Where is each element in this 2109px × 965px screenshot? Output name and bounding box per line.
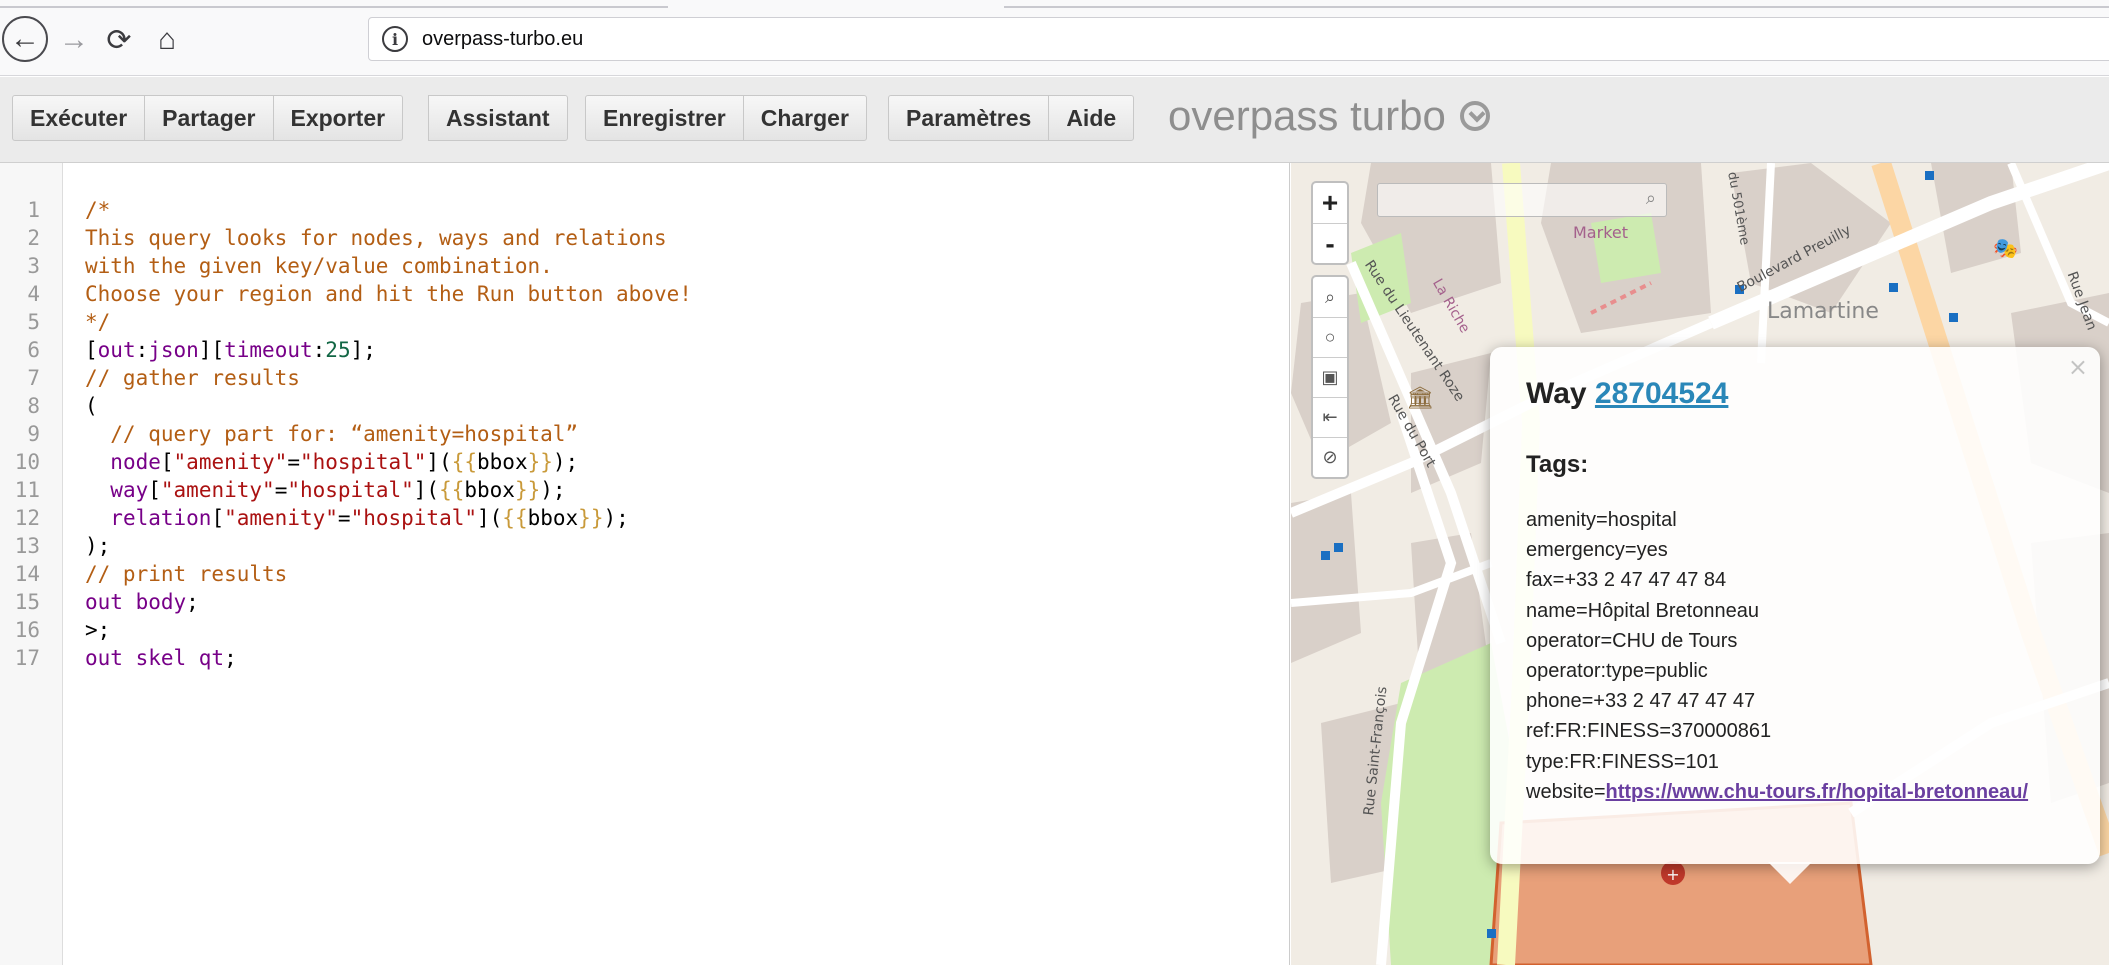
overpass-logo-icon	[1459, 101, 1490, 131]
line-number: 10	[14, 450, 40, 474]
line-number: 5	[27, 310, 40, 334]
svg-text:🎭: 🎭	[1993, 236, 2018, 260]
share-button[interactable]: Partager	[144, 95, 274, 141]
code-line: // print results	[85, 562, 288, 586]
app-toolbar: Exécuter Partager Exporter Assistant Enr…	[0, 77, 2109, 163]
line-number: 1	[27, 198, 40, 222]
line-number: 2	[27, 226, 40, 250]
brand-text: overpass turbo	[1168, 92, 1446, 139]
popup-title: Way 28704524	[1526, 377, 1728, 411]
browser-chrome: ← → ⟳ ⌂ i overpass-turbo.eu	[0, 0, 2109, 76]
query-editor[interactable]: 1 2 3 4 5 6 7 8 9 10 11 12 13 14 15 16 17 /* This query l…	[0, 163, 1290, 965]
fullscreen-toggle-icon[interactable]: ⇤	[1313, 397, 1347, 437]
code-line: This query looks for nodes, ways and rel…	[85, 226, 667, 250]
tags-heading: Tags:	[1526, 451, 1589, 478]
code-line: [out:json][timeout:25];	[85, 338, 376, 362]
image-export-icon[interactable]: ▣	[1313, 357, 1347, 397]
url-text: overpass-turbo.eu	[422, 27, 584, 50]
map-search-input[interactable]: ⌕	[1377, 183, 1667, 217]
url-bar[interactable]: i overpass-turbo.eu	[368, 17, 2109, 61]
code-line: out body;	[85, 590, 199, 614]
code-line: >;	[85, 618, 111, 642]
svg-text:+: +	[1666, 865, 1679, 884]
code-line: out skel qt;	[85, 646, 237, 670]
tag-entry: type:FR:FINESS=101	[1526, 750, 1719, 773]
way-id-link[interactable]: 28704524	[1595, 377, 1728, 410]
code-line: way["amenity"="hospital"]({{bbox}});	[110, 478, 566, 502]
run-button[interactable]: Exécuter	[12, 95, 146, 141]
search-icon: ⌕	[1645, 188, 1656, 208]
svg-text:🏛: 🏛	[1406, 386, 1434, 411]
settings-button[interactable]: Paramètres	[888, 95, 1050, 141]
line-number: 17	[14, 646, 40, 670]
code-line: // query part for: “amenity=hospital”	[85, 422, 579, 446]
code-line: with the given key/value combination.	[85, 254, 553, 278]
tag-entry-website: website=https://www.chu-tours.fr/hopital…	[1526, 777, 2086, 807]
line-number: 12	[14, 506, 40, 530]
tag-entry: operator=CHU de Tours	[1526, 629, 1738, 652]
line-number: 9	[27, 422, 40, 446]
zoom-out-button[interactable]: -	[1313, 223, 1347, 263]
tab-strip	[0, 0, 2109, 8]
home-icon[interactable]: ⌂	[145, 18, 189, 62]
tag-entry: phone=+33 2 47 47 47 47	[1526, 690, 1756, 713]
line-number: 7	[27, 366, 40, 390]
tag-entry: emergency=yes	[1526, 539, 1668, 562]
line-number: 14	[14, 562, 40, 586]
export-button[interactable]: Exporter	[272, 95, 404, 141]
popup-tip	[1768, 862, 1812, 884]
info-icon[interactable]: i	[382, 26, 408, 52]
website-key: website=	[1526, 780, 1606, 803]
line-number: 6	[27, 338, 40, 362]
line-number: 3	[27, 254, 40, 278]
line-number: 15	[14, 590, 40, 614]
wizard-button[interactable]: Assistant	[428, 95, 568, 141]
code-line: Choose your region and hit the Run butto…	[85, 282, 692, 306]
map-label-lamartine: Lamartine	[1767, 299, 1879, 324]
tag-entry: name=Hôpital Bretonneau	[1526, 599, 1759, 622]
line-number: 8	[27, 394, 40, 418]
popup-title-prefix: Way	[1526, 377, 1587, 410]
map-tool-control: ⌕ ○ ▣ ⇤ ⊘	[1311, 275, 1349, 479]
line-number: 11	[14, 478, 40, 502]
settings-help-group: Paramètres Aide	[888, 95, 1135, 141]
line-number: 13	[14, 534, 40, 558]
clear-data-icon[interactable]: ⊘	[1313, 437, 1347, 477]
tab-divider	[1004, 0, 2109, 8]
code-line: relation["amenity"="hospital"]({{bbox}})…	[110, 506, 629, 530]
help-button[interactable]: Aide	[1048, 95, 1135, 141]
website-link[interactable]: https://www.chu-tours.fr/hopital-bretonn…	[1606, 781, 2029, 803]
line-number: 4	[27, 282, 40, 306]
tag-entry: ref:FR:FINESS=370000861	[1526, 720, 1772, 743]
code-line: node["amenity"="hospital"]({{bbox}});	[110, 450, 579, 474]
save-button[interactable]: Enregistrer	[585, 95, 744, 141]
save-load-group: Enregistrer Charger	[585, 95, 867, 141]
load-button[interactable]: Charger	[742, 95, 867, 141]
code-line: // gather results	[85, 366, 300, 390]
tags-list: amenity=hospital emergency=yes fax=+33 2 4…	[1526, 505, 2086, 807]
zoom-control: + -	[1311, 181, 1349, 265]
run-share-export-group: Exécuter Partager Exporter	[12, 95, 404, 141]
tag-entry: amenity=hospital	[1526, 509, 1677, 531]
code-line: */	[85, 310, 111, 334]
forward-arrow-icon[interactable]: →	[52, 18, 96, 62]
back-arrow-icon[interactable]: ←	[2, 16, 48, 62]
line-number: 16	[14, 618, 40, 642]
line-number-gutter: 1 2 3 4 5 6 7 8 9 10 11 12 13 14 15 16 17	[0, 163, 63, 965]
code-line: );	[85, 534, 111, 558]
zoom-to-data-icon[interactable]: ⌕	[1313, 277, 1347, 317]
reload-icon[interactable]: ⟳	[97, 18, 141, 62]
wizard-group: Assistant	[428, 95, 568, 141]
popup-close-button[interactable]: ×	[2068, 353, 2088, 381]
tag-entry: fax=+33 2 47 47 47 84	[1526, 569, 1727, 592]
feature-popup: × Way 28704524 Tags: amenity=hospital eme…	[1490, 347, 2100, 864]
map-label-market: Market	[1573, 223, 1628, 242]
locate-icon[interactable]: ○	[1313, 317, 1347, 357]
zoom-in-button[interactable]: +	[1313, 183, 1347, 223]
tag-entry: operator:type=public	[1526, 660, 1708, 683]
brand-title: overpass turbo	[1168, 92, 1490, 140]
code-line: /*	[85, 198, 111, 222]
code-line: (	[85, 394, 98, 418]
tab-divider	[0, 0, 668, 8]
